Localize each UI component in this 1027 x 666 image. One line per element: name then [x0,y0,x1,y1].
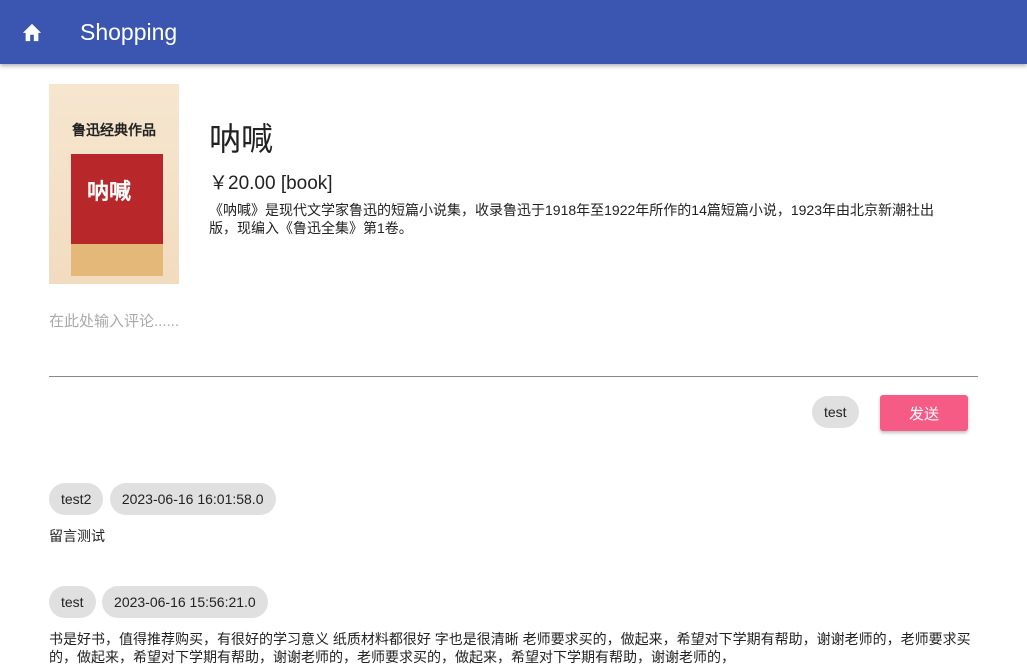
comment-item: test 2023-06-16 15:56:21.0 书是好书，值得推荐购买，有… [49,586,984,666]
book-cover-image: 鲁迅经典作品 呐喊 [49,84,179,284]
comment-text: 留言测试 [49,528,105,544]
current-user-chip: test [812,396,859,428]
comment-time-chip: 2023-06-16 16:01:58.0 [109,483,276,515]
send-button[interactable]: 发送 [880,395,968,431]
product-name: 呐喊 [209,121,274,157]
home-button[interactable] [0,22,64,42]
cover-book-title: 呐喊 [87,179,132,204]
comment-time-chip: 2023-06-16 15:56:21.0 [102,586,268,618]
product-price: ￥20.00 [book] [209,173,333,194]
cover-text: 鲁迅经典作品 [72,122,156,138]
comment-input[interactable]: 在此处输入评论...... [49,300,978,377]
comment-user-chip: test2 [49,483,104,515]
product-detail: 鲁迅经典作品 呐喊 呐喊 ￥20.00 [book] 《呐喊》是现代文学家鲁迅的… [49,84,949,284]
comment-item: test2 2023-06-16 16:01:58.0 留言测试 [49,483,984,545]
comment-user-chip: test [49,586,96,618]
comment-text: 书是好书，值得推荐购买，有很好的学习意义 纸质材料都很好 字也是很清晰 老师要求… [49,631,971,665]
cover-band [71,244,163,276]
app-bar: Shopping [0,0,1027,64]
home-icon [22,23,42,42]
product-description: 《呐喊》是现代文学家鲁迅的短篇小说集，收录鲁迅于1918年至1922年所作的14… [209,202,935,236]
app-title: Shopping [80,18,178,45]
